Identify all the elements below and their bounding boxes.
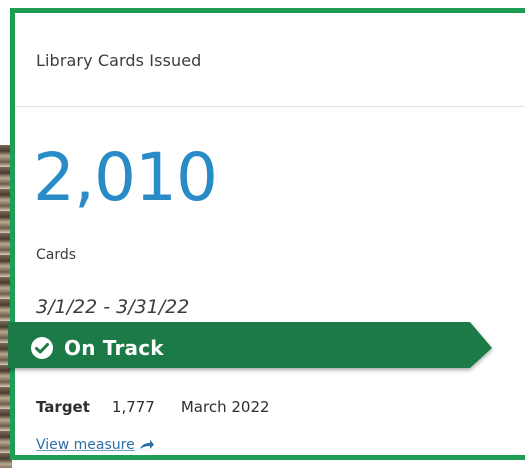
date-range: 3/1/22 - 3/31/22 <box>36 296 190 318</box>
target-value: 1,777 <box>111 398 155 416</box>
view-measure-label: View measure <box>36 437 135 453</box>
page: Library Cards Issued 2,010 Cards 3/1/22 … <box>0 0 525 468</box>
measure-card: Library Cards Issued 2,010 Cards 3/1/22 … <box>10 8 525 460</box>
target-row: Target 1,777 March 2022 <box>36 398 270 416</box>
status-label: On Track <box>64 336 164 360</box>
status-banner: On Track <box>8 322 494 374</box>
card-title: Library Cards Issued <box>36 51 202 70</box>
target-label: Target <box>36 398 90 416</box>
check-circle-icon <box>31 337 53 359</box>
measure-value: 2,010 <box>33 139 218 216</box>
arrow-right-icon <box>139 440 154 449</box>
card-header: Library Cards Issued <box>15 13 525 107</box>
view-measure-link[interactable]: View measure <box>36 437 155 453</box>
target-period: March 2022 <box>180 398 270 416</box>
banner-content: On Track <box>30 322 164 374</box>
measure-unit: Cards <box>36 247 77 263</box>
